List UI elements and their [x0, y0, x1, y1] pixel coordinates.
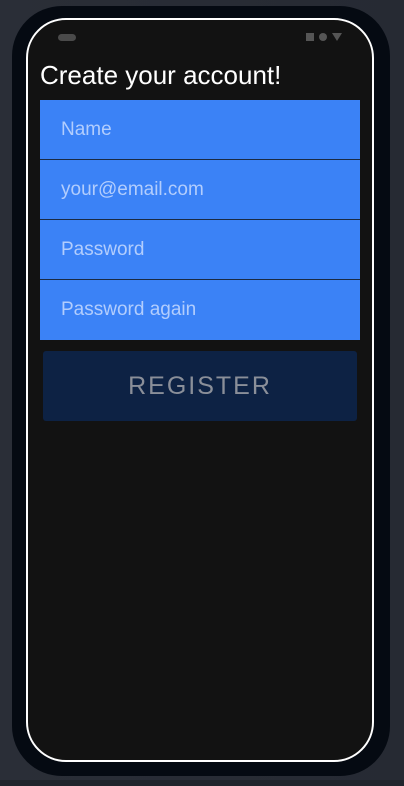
password-again-input[interactable] [59, 298, 353, 322]
triangle-icon [332, 33, 342, 41]
password-again-field[interactable] [40, 280, 360, 340]
bottom-edge [0, 780, 404, 786]
circle-icon [319, 33, 327, 41]
name-field[interactable] [40, 100, 360, 160]
password-field[interactable] [40, 220, 360, 280]
status-bar [28, 20, 372, 52]
name-input[interactable] [59, 117, 353, 142]
email-input[interactable] [59, 177, 353, 202]
email-field[interactable] [40, 160, 360, 220]
register-button[interactable]: REGISTER [43, 351, 357, 421]
password-input[interactable] [59, 237, 353, 262]
phone-screen: Create your account! REGISTER [26, 18, 374, 762]
speaker-icon [58, 34, 76, 41]
register-form [40, 100, 360, 340]
page-title: Create your account! [40, 60, 282, 90]
system-icons [306, 33, 342, 41]
square-icon [306, 33, 314, 41]
